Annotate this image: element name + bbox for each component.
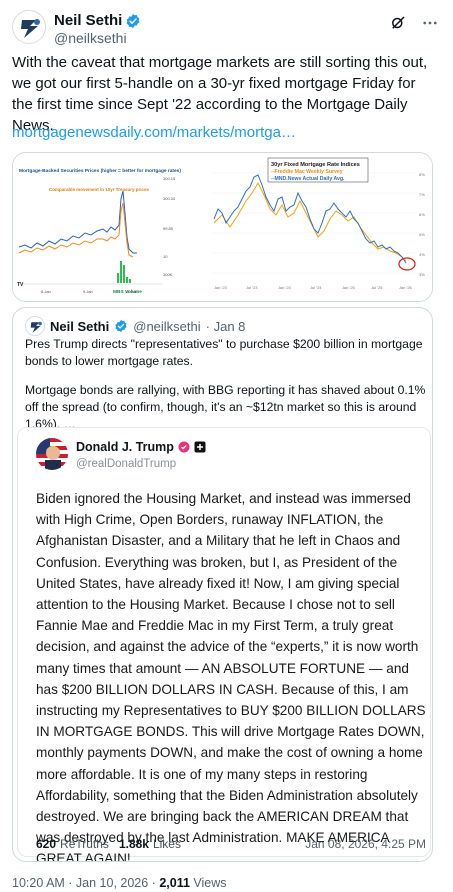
tweet-header: Neil Sethi @neilksethi — [12, 8, 441, 48]
chart1-ytick: 10 — [163, 254, 168, 259]
chart2-ytick: 3% — [419, 272, 425, 277]
chart2-legend-freddie: --Freddie Mac Weekly Survey — [271, 169, 343, 175]
likes-label: Likes — [152, 837, 181, 851]
truth-body: Biden ignored the Housing Market, and in… — [36, 491, 426, 862]
author-name[interactable]: Neil Sethi — [54, 12, 122, 29]
chart1-ytick: 100.00 — [163, 196, 176, 201]
chart2-xtick: Jul '25 — [371, 285, 383, 290]
author-avatar[interactable] — [12, 10, 46, 44]
author-logo-icon — [13, 11, 45, 43]
quoted-tweet[interactable]: Neil Sethi @neilksethi · Jan 8 Pres Trum… — [12, 307, 433, 862]
grok-icon[interactable] — [389, 14, 407, 32]
chart2-ytick: 8% — [419, 172, 425, 177]
mortgage-rate-chart: 30yr Fixed Mortgage Rate Indices --Fredd… — [206, 153, 432, 301]
chart2-title: 30yr Fixed Mortgage Rate Indices — [271, 162, 360, 168]
views-count: 2,011 — [159, 876, 190, 890]
chart1-ytick: 100.15 — [163, 176, 176, 181]
truth-author-name: Donald J. Trump — [76, 440, 174, 454]
chart1-xtick: 8.Jan — [41, 289, 51, 294]
truth-author-avatar — [36, 438, 68, 470]
chart2-xtick: Jan '25 — [342, 285, 356, 290]
author-logo-icon — [26, 317, 44, 335]
chart2-xtick: Jan '23 — [214, 285, 228, 290]
likes-count: 1.88k — [118, 837, 149, 851]
more-options-icon[interactable] — [421, 14, 439, 32]
header-actions — [389, 14, 439, 32]
mortgage-rate-chart-image[interactable]: 30yr Fixed Mortgage Rate Indices --Fredd… — [206, 153, 432, 301]
retruths-count: 620 — [36, 837, 57, 851]
chart2-legend-mnd: --MND.News Actual Daily Avg. — [271, 176, 345, 182]
truth-verified-icon — [178, 441, 190, 453]
tweet-timestamp[interactable]: 10:20 AM · Jan 10, 2026 · — [12, 876, 159, 890]
media-grid[interactable]: Mortgage-Backed Securities Prices (highe… — [12, 152, 433, 302]
chart2-xtick: Jan '26 — [399, 285, 413, 290]
truth-social-post[interactable]: Donald J. Trump @realDonaldTrump Biden i… — [17, 427, 431, 861]
chart2-ytick: 7% — [419, 192, 425, 197]
retruths-label: ReTruths — [60, 837, 109, 851]
chart1-ytick: 100K — [163, 272, 173, 277]
mbs-chart-image[interactable]: Mortgage-Backed Securities Prices (highe… — [13, 153, 206, 301]
quoted-author-handle: @neilksethi — [133, 318, 201, 334]
chart1-xtick: 12.Jan — [125, 289, 137, 294]
chart2-xtick: Jul '24 — [310, 285, 322, 290]
tweet-link[interactable]: mortgagenewsdaily.com/markets/mortga… — [12, 124, 296, 141]
quoted-tweet-text-2: Mortgage bonds are rallying, with BBG re… — [25, 383, 426, 431]
mbs-chart: Mortgage-Backed Securities Prices (highe… — [13, 153, 206, 301]
chart2-ytick: 4% — [419, 252, 425, 257]
chart1-ytick: 99.85 — [163, 226, 174, 231]
quoted-tweet-header: Neil Sethi @neilksethi · Jan 8 — [25, 316, 245, 336]
author-name-row[interactable]: Neil Sethi — [54, 12, 141, 29]
verified-badge-icon — [115, 319, 127, 333]
truth-date: Jan 08, 2026, 4:25 PM — [305, 837, 426, 851]
tweet-meta: 10:20 AM · Jan 10, 2026 · 2,011 Views — [12, 876, 227, 890]
flag-portrait-icon — [36, 438, 68, 470]
chart2-ytick: 5% — [419, 232, 425, 237]
chart1-xtick: 9.Jan — [83, 289, 93, 294]
quoted-tweet-date: · Jan 8 — [205, 318, 246, 334]
truth-author-handle: @realDonaldTrump — [76, 458, 177, 470]
truth-footer: 620 ReTruths 1.88k Likes Jan 08, 2026, 4… — [36, 837, 426, 851]
tradingview-logo-icon: TV — [17, 282, 24, 288]
chart2-xtick: Jul '23 — [246, 285, 258, 290]
author-handle[interactable]: @neilksethi — [54, 30, 127, 46]
chart2-xtick: Jan '24 — [278, 285, 292, 290]
chart1-annotation: Comparable movement in 10yr Treasury pri… — [49, 187, 150, 192]
quoted-author-name: Neil Sethi — [50, 318, 110, 334]
quoted-author-avatar — [25, 316, 45, 336]
plus-badge-icon — [194, 441, 206, 453]
chart1-title: Mortgage-Backed Securities Prices (highe… — [19, 168, 181, 174]
truth-author-name-row: Donald J. Trump — [76, 440, 206, 454]
views-label: Views — [193, 876, 227, 890]
chart2-ytick: 6% — [419, 212, 425, 217]
quoted-tweet-text-1: Pres Trump directs "representatives" to … — [25, 337, 423, 368]
verified-badge-icon — [127, 13, 140, 28]
